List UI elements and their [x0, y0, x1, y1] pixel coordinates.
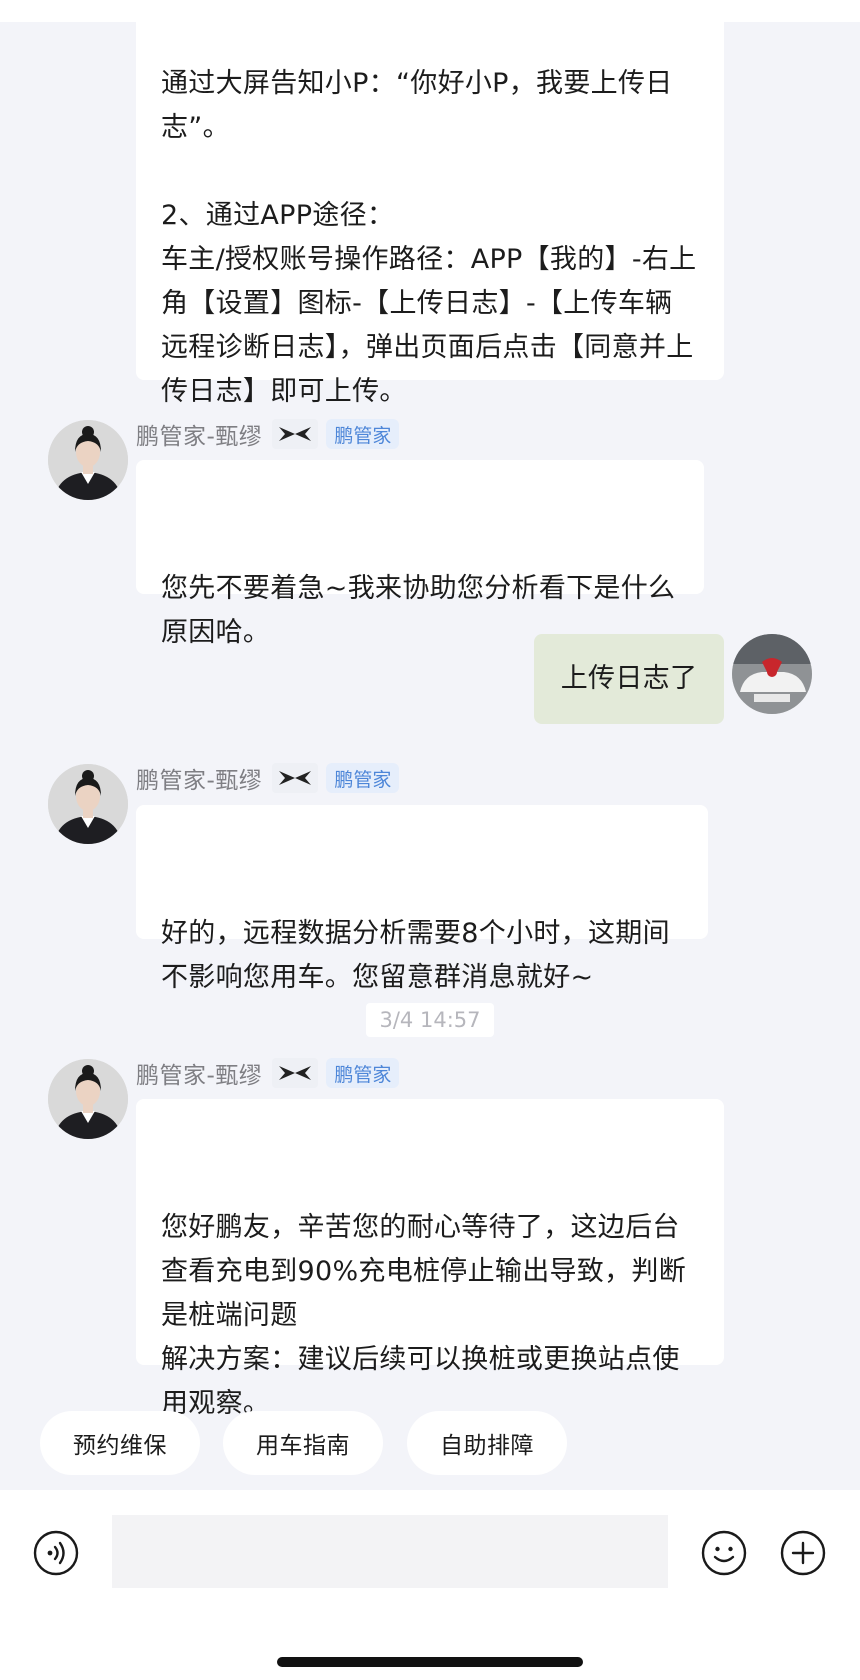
sender-name: 鹏管家-甄缪 [136, 768, 263, 794]
sender-row: 鹏管家-甄缪 鹏管家 [136, 763, 400, 794]
agent-avatar[interactable] [48, 420, 128, 500]
message-bubble: 通过大屏告知小P：“你好小P，我要上传日志”。 2、通过APP途径： 车主/授权… [136, 0, 724, 407]
chat-area[interactable]: 通过大屏告知小P：“你好小P，我要上传日志”。 2、通过APP途径： 车主/授权… [0, 0, 860, 1490]
quick-action-troubleshoot[interactable]: 自助排障 [407, 1411, 567, 1475]
input-bar [0, 1490, 860, 1680]
timestamp-divider: 3/4 14:57 [366, 1003, 494, 1037]
voice-input-icon[interactable] [33, 1530, 79, 1576]
sender-name: 鹏管家-甄缪 [136, 1063, 263, 1089]
sender-row: 鹏管家-甄缪 鹏管家 [136, 1058, 400, 1089]
xpeng-logo-icon [272, 1058, 319, 1088]
message-input[interactable] [112, 1515, 668, 1588]
role-tag: 鹏管家 [326, 763, 400, 793]
sender-row: 鹏管家-甄缪 鹏管家 [136, 419, 400, 450]
message-text: 志”。 2、通过APP途径： 车主/授权账号操作路径：APP【我的】-右上角【设… [161, 112, 697, 407]
quick-action-guide[interactable]: 用车指南 [223, 1411, 383, 1475]
agent-avatar[interactable] [48, 1059, 128, 1139]
home-indicator [277, 1657, 583, 1667]
top-bar [0, 0, 860, 22]
message-bubble: 您好鹏友，辛苦您的耐心等待了，这边后台查看充电到90%充电桩停止输出导致，判断是… [136, 1099, 724, 1419]
message-bubble: 好的，远程数据分析需要8个小时，这期间不影响您用车。您留意群消息就好~ [136, 805, 708, 993]
sender-name: 鹏管家-甄缪 [136, 424, 263, 450]
my-avatar[interactable] [732, 634, 812, 714]
message-text: 好的，远程数据分析需要8个小时，这期间不影响您用车。您留意群消息就好~ [161, 918, 670, 993]
message-text: 您好鹏友，辛苦您的耐心等待了，这边后台查看充电到90%充电桩停止输出导致，判断是… [161, 1212, 687, 1419]
quick-action-maintenance[interactable]: 预约维保 [40, 1411, 200, 1475]
plus-icon[interactable] [780, 1530, 826, 1576]
xpeng-logo-icon [272, 763, 319, 793]
role-tag: 鹏管家 [326, 419, 400, 449]
emoji-icon[interactable] [701, 1530, 747, 1576]
my-message-bubble: 上传日志了 [534, 634, 724, 724]
xpeng-logo-icon [272, 419, 319, 449]
message-bubble: 您先不要着急~我来协助您分析看下是什么原因哈。 [136, 460, 704, 648]
message-partial-line: 通过大屏告知小P：“你好小P，我要上传日 [161, 68, 673, 99]
role-tag: 鹏管家 [326, 1058, 400, 1088]
message-text: 上传日志了 [560, 663, 698, 694]
agent-avatar[interactable] [48, 764, 128, 844]
